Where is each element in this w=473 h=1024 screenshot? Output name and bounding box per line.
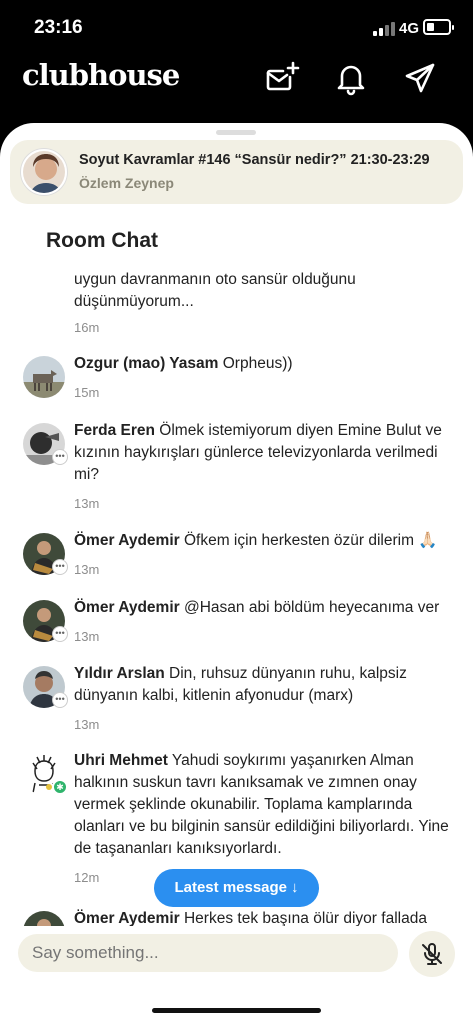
room-card[interactable]: Soyut Kavramlar #146 “Sansür nedir?” 21:… bbox=[10, 140, 463, 204]
message-text: Uhri Mehmet Yahudi soykırımı yaşanırken … bbox=[74, 750, 454, 860]
chat-input[interactable] bbox=[18, 934, 398, 972]
app-header: clubhouse bbox=[0, 54, 473, 114]
network-type: 4G bbox=[399, 20, 420, 37]
message-author[interactable]: Ömer Aydemir bbox=[74, 532, 180, 549]
status-bar: 23:16 4G bbox=[0, 0, 473, 54]
message-body: uygun davranmanın oto sansür olduğunu dü… bbox=[74, 271, 356, 310]
drag-handle[interactable] bbox=[216, 130, 256, 135]
home-indicator[interactable] bbox=[152, 1008, 321, 1013]
message-text: Ömer Aydemir Öfkem için herkesten özür d… bbox=[74, 530, 454, 552]
latest-message-button[interactable]: Latest message ↓ bbox=[154, 869, 319, 907]
chat-bubble-icon: ••• bbox=[52, 626, 68, 642]
message-author[interactable]: Ömer Aydemir bbox=[74, 910, 180, 926]
message-time: 13m bbox=[74, 496, 100, 511]
message-body: Herkes tek başına ölür diyor fallada bbox=[183, 910, 427, 926]
message-body: Öfkem için herkesten özür dilerim 🙏🏻 bbox=[183, 532, 438, 549]
chat-bubble-icon: ••• bbox=[52, 559, 68, 575]
send-icon[interactable] bbox=[402, 60, 438, 96]
message-text: Ozgur (mao) Yasam Orpheus)) bbox=[74, 353, 454, 375]
message-body: @Hasan abi böldüm heyecanıma ver bbox=[183, 599, 440, 616]
new-message-icon[interactable] bbox=[264, 60, 300, 96]
message-time: 15m bbox=[74, 385, 100, 400]
chat-bubble-icon: ••• bbox=[52, 692, 68, 708]
avatar[interactable] bbox=[23, 356, 65, 398]
online-badge-icon: ✱ bbox=[52, 779, 68, 795]
latest-message-label: Latest message bbox=[174, 879, 288, 896]
message-author[interactable]: Ferda Eren bbox=[74, 422, 155, 439]
bell-icon[interactable] bbox=[333, 60, 369, 96]
message-text: Ömer Aydemir Herkes tek başına ölür diyo… bbox=[74, 908, 454, 926]
mute-button[interactable] bbox=[409, 931, 455, 977]
signal-icon bbox=[373, 22, 395, 36]
message-time: 12m bbox=[74, 870, 100, 885]
message-time: 13m bbox=[74, 562, 100, 577]
room-host: Özlem Zeynep bbox=[79, 175, 174, 191]
mic-muted-icon bbox=[422, 943, 442, 965]
message-author[interactable]: Uhri Mehmet bbox=[74, 752, 168, 769]
host-avatar bbox=[21, 149, 67, 195]
chat-list[interactable]: uygun davranmanın oto sansür olduğunu dü… bbox=[0, 266, 473, 926]
room-title: Soyut Kavramlar #146 “Sansür nedir?” 21:… bbox=[79, 152, 430, 168]
room-chat-heading: Room Chat bbox=[46, 229, 158, 252]
message-time: 13m bbox=[74, 717, 100, 732]
message-author[interactable]: Ömer Aydemir bbox=[74, 599, 180, 616]
message-text: Ferda Eren Ölmek istemiyorum diyen Emine… bbox=[74, 420, 454, 486]
avatar[interactable] bbox=[23, 911, 65, 926]
message-text: Yıldır Arslan Din, ruhsuz dünyanın ruhu,… bbox=[74, 663, 454, 707]
message-author[interactable]: Yıldır Arslan bbox=[74, 665, 165, 682]
message-time: 13m bbox=[74, 629, 100, 644]
message-time: 16m bbox=[74, 320, 100, 335]
chat-bubble-icon: ••• bbox=[52, 449, 68, 465]
message-text: uygun davranmanın oto sansür olduğunu dü… bbox=[74, 269, 454, 313]
battery-icon bbox=[423, 19, 454, 35]
arrow-down-icon: ↓ bbox=[291, 879, 299, 896]
message-body: Orpheus)) bbox=[222, 355, 293, 372]
status-time: 23:16 bbox=[34, 17, 83, 38]
message-text: Ömer Aydemir @Hasan abi böldüm heyecanım… bbox=[74, 597, 454, 619]
message-author[interactable]: Ozgur (mao) Yasam bbox=[74, 355, 218, 372]
room-sheet: Soyut Kavramlar #146 “Sansür nedir?” 21:… bbox=[0, 123, 473, 1024]
clubhouse-logo[interactable]: clubhouse bbox=[22, 58, 180, 92]
